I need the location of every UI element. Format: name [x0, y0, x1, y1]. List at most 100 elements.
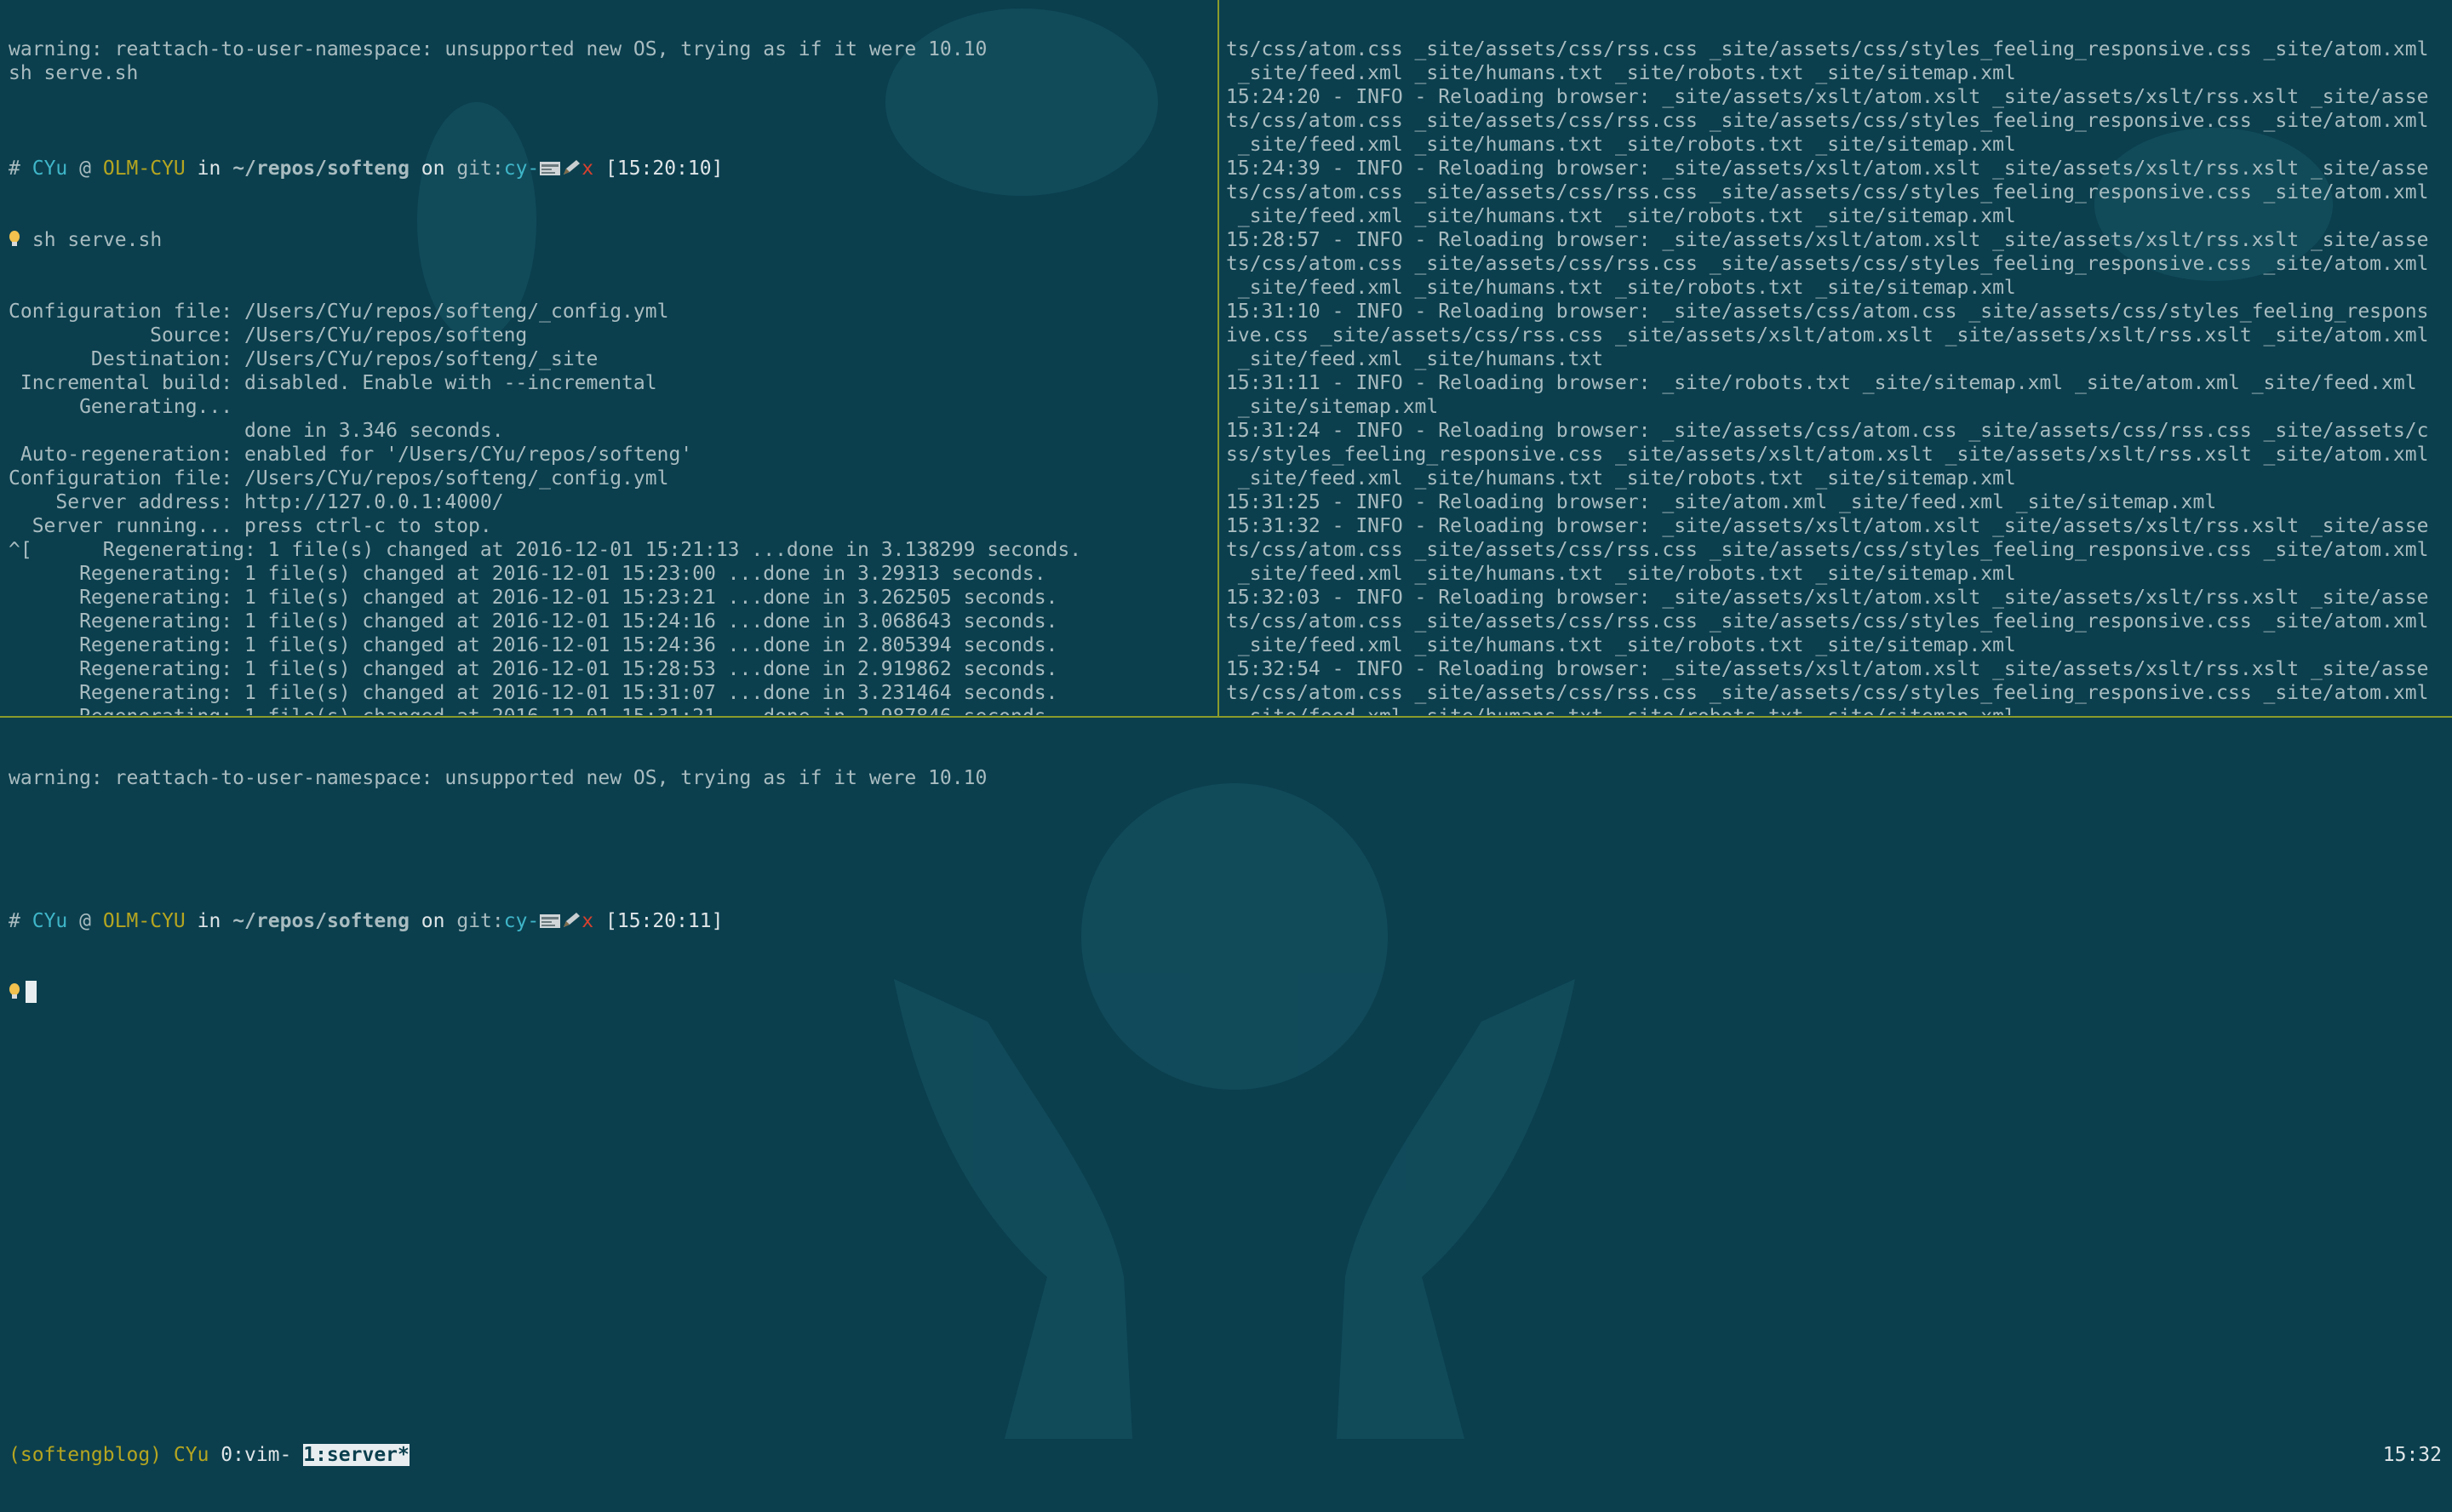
- command-text: sh serve.sh: [20, 229, 163, 251]
- status-left: (softengblog) CYu 0:vim- 1:server*: [9, 1443, 410, 1467]
- guard-line: ts/css/atom.css _site/assets/css/rss.css…: [1226, 181, 2429, 203]
- output-line: Destination: /Users/CYu/repos/softeng/_s…: [9, 348, 599, 370]
- status-user: CYu: [173, 1444, 209, 1466]
- prompt-path: ~/repos/softeng: [232, 158, 410, 180]
- prompt-in: in: [197, 158, 221, 180]
- output-line: Configuration file: /Users/CYu/repos/sof…: [9, 467, 669, 490]
- terminal-pane-guard[interactable]: ts/css/atom.css _site/assets/css/rss.css…: [1221, 0, 2452, 715]
- output-line: Regenerating: 1 file(s) changed at 2016-…: [9, 587, 1058, 609]
- guard-line: _site/feed.xml _site/humans.txt _site/ro…: [1226, 467, 2016, 490]
- guard-line: 15:31:10 - INFO - Reloading browser: _si…: [1226, 301, 2429, 323]
- header-line: warning: reattach-to-user-namespace: uns…: [9, 38, 988, 60]
- header-lines: warning: reattach-to-user-namespace: uns…: [9, 37, 1209, 109]
- prompt-git-prefix: git:: [456, 158, 504, 180]
- output-line: Configuration file: /Users/CYu/repos/sof…: [9, 301, 669, 323]
- prompt-git-prefix: git:: [456, 910, 504, 932]
- terminal-pane-jekyll[interactable]: warning: reattach-to-user-namespace: uns…: [0, 0, 1217, 715]
- prompt-at: @: [79, 910, 91, 932]
- prompt-line: # CYu @ OLM-CYU in ~/repos/softeng on gi…: [9, 909, 2443, 933]
- guard-line: ts/css/atom.css _site/assets/css/rss.css…: [1226, 539, 2429, 561]
- prompt-dirty: x: [581, 158, 594, 180]
- prompt-on: on: [421, 158, 445, 180]
- lightbulb-icon: [9, 983, 20, 999]
- prompt-path: ~/repos/softeng: [232, 910, 410, 932]
- guard-line: 15:31:11 - INFO - Reloading browser: _si…: [1226, 372, 2417, 394]
- guard-line: 15:24:20 - INFO - Reloading browser: _si…: [1226, 86, 2429, 108]
- guard-line: 15:31:25 - INFO - Reloading browser: _si…: [1226, 491, 2217, 513]
- guard-line: ts/css/atom.css _site/assets/css/rss.css…: [1226, 682, 2429, 704]
- jekyll-output: Configuration file: /Users/CYu/repos/sof…: [9, 300, 1209, 715]
- guard-line: _site/sitemap.xml: [1226, 396, 1439, 418]
- prompt-user: CYu: [32, 910, 68, 932]
- guard-line: ts/css/atom.css _site/assets/css/rss.css…: [1226, 253, 2429, 275]
- window-icon: [540, 162, 561, 175]
- guard-line: ss/styles_feeling_responsive.css _site/a…: [1226, 444, 2429, 466]
- guard-line: _site/feed.xml _site/humans.txt: [1226, 348, 1604, 370]
- window-tab-server[interactable]: 1:server*: [303, 1444, 410, 1466]
- output-line: Regenerating: 1 file(s) changed at 2016-…: [9, 563, 1046, 585]
- output-line: Regenerating: 1 file(s) changed at 2016-…: [9, 634, 1058, 656]
- prompt-hash: #: [9, 910, 20, 932]
- output-line: Source: /Users/CYu/repos/softeng: [9, 324, 528, 346]
- output-line: Incremental build: disabled. Enable with…: [9, 372, 657, 394]
- terminal-pane-shell[interactable]: warning: reattach-to-user-namespace: uns…: [0, 719, 2452, 1439]
- status-clock: 15:32: [2382, 1444, 2442, 1466]
- guard-line: _site/feed.xml _site/humans.txt _site/ro…: [1226, 705, 2449, 715]
- guard-line: 15:32:03 - INFO - Reloading browser: _si…: [1226, 587, 2429, 609]
- prompt-branch: cy-: [503, 910, 540, 932]
- horizontal-pane-divider[interactable]: [0, 716, 2452, 718]
- guard-line: 15:28:57 - INFO - Reloading browser: _si…: [1226, 229, 2429, 251]
- guard-line: _site/feed.xml _site/humans.txt _site/ro…: [1226, 62, 2016, 84]
- pencil-icon: [564, 913, 581, 927]
- guard-line: ive.css _site/assets/css/rss.css _site/a…: [1226, 324, 2429, 346]
- tmux-status-bar: (softengblog) CYu 0:vim- 1:server* 15:32: [0, 1440, 2452, 1469]
- prompt-branch: cy-: [503, 158, 540, 180]
- guard-line: ts/css/atom.css _site/assets/css/rss.css…: [1226, 610, 2429, 633]
- guard-output: ts/css/atom.css _site/assets/css/rss.css…: [1226, 37, 2449, 715]
- prompt-in: in: [197, 910, 221, 932]
- session-name: (softengblog): [9, 1444, 163, 1466]
- prompt-time: [15:20:10]: [605, 158, 724, 180]
- output-line: Auto-regeneration: enabled for '/Users/C…: [9, 444, 693, 466]
- output-line: Generating...: [9, 396, 233, 418]
- prompt-at: @: [79, 158, 91, 180]
- prompt-host: OLM-CYU: [102, 158, 186, 180]
- prompt-on: on: [421, 910, 445, 932]
- header-line: sh serve.sh: [9, 62, 139, 84]
- command-line: sh serve.sh: [9, 228, 1209, 252]
- guard-line: _site/feed.xml _site/humans.txt _site/ro…: [1226, 634, 2016, 656]
- prompt-host: OLM-CYU: [102, 910, 186, 932]
- vertical-pane-divider[interactable]: [1217, 0, 1219, 717]
- output-line: Regenerating: 1 file(s) changed at 2016-…: [9, 610, 1058, 633]
- output-line: Regenerating: 1 file(s) changed at 2016-…: [9, 682, 1058, 704]
- output-line: Server address: http://127.0.0.1:4000/: [9, 491, 504, 513]
- guard-line: 15:31:32 - INFO - Reloading browser: _si…: [1226, 515, 2429, 537]
- output-line: Server running... press ctrl-c to stop.: [9, 515, 492, 537]
- guard-line: _site/feed.xml _site/humans.txt _site/ro…: [1226, 563, 2016, 585]
- prompt-time: [15:20:11]: [605, 910, 724, 932]
- cursor-block: [26, 981, 37, 1003]
- prompt-hash: #: [9, 158, 20, 180]
- prompt-user: CYu: [32, 158, 68, 180]
- lightbulb-icon: [9, 231, 20, 246]
- output-line: ^[ Regenerating: 1 file(s) changed at 20…: [9, 539, 1082, 561]
- pencil-icon: [564, 160, 581, 175]
- window-tab-vim[interactable]: 0:vim-: [221, 1444, 291, 1466]
- guard-line: _site/feed.xml _site/humans.txt _site/ro…: [1226, 134, 2016, 156]
- input-line[interactable]: [9, 981, 2443, 1005]
- guard-line: _site/feed.xml _site/humans.txt _site/ro…: [1226, 277, 2016, 299]
- output-line: done in 3.346 seconds.: [9, 420, 504, 442]
- prompt-dirty: x: [581, 910, 594, 932]
- header-line: [9, 85, 1209, 109]
- guard-line: ts/css/atom.css _site/assets/css/rss.css…: [1226, 38, 2429, 60]
- guard-line: 15:31:24 - INFO - Reloading browser: _si…: [1226, 420, 2429, 442]
- guard-line: ts/css/atom.css _site/assets/css/rss.css…: [1226, 110, 2429, 132]
- window-icon: [540, 914, 561, 928]
- prompt-line: # CYu @ OLM-CYU in ~/repos/softeng on gi…: [9, 157, 1209, 180]
- output-line: Regenerating: 1 file(s) changed at 2016-…: [9, 658, 1058, 680]
- guard-line: _site/feed.xml _site/humans.txt _site/ro…: [1226, 205, 2016, 227]
- output-line: Regenerating: 1 file(s) changed at 2016-…: [9, 705, 1209, 715]
- guard-line: 15:24:39 - INFO - Reloading browser: _si…: [1226, 158, 2429, 180]
- guard-line: 15:32:54 - INFO - Reloading browser: _si…: [1226, 658, 2429, 680]
